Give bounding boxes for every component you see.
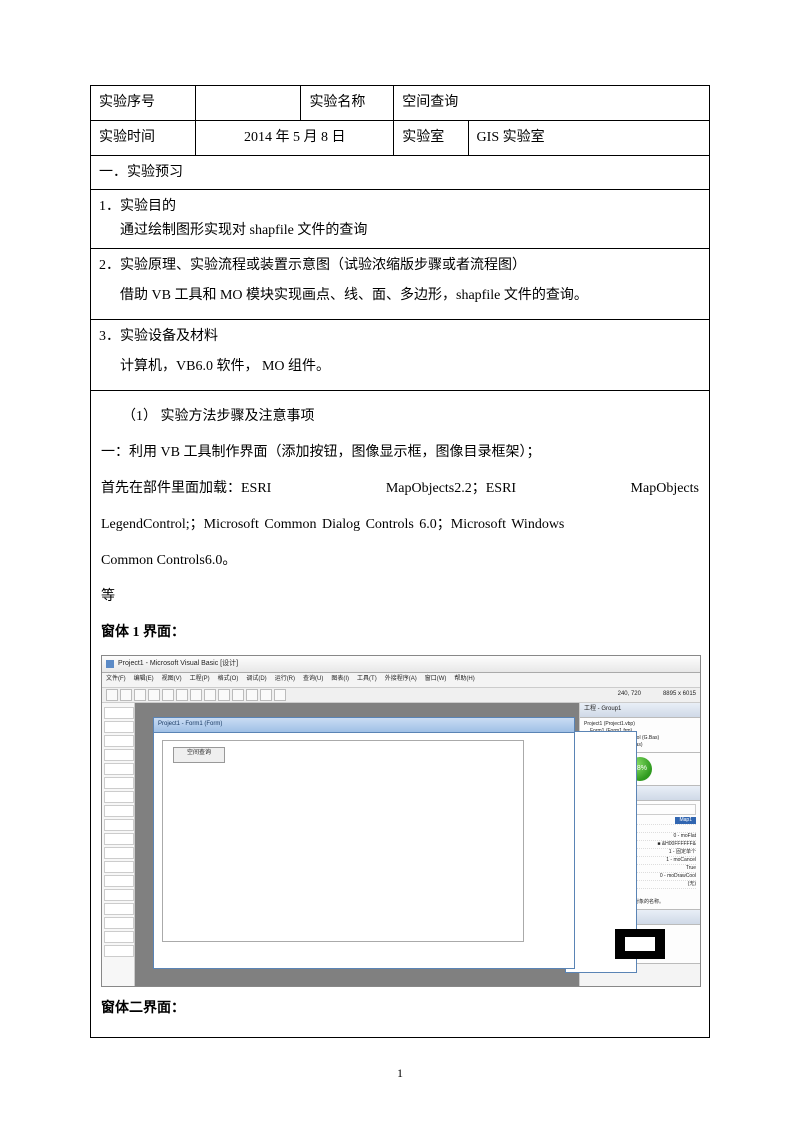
menu-file[interactable]: 文件(F) — [106, 674, 126, 686]
toolbar-btn[interactable] — [260, 689, 272, 701]
toolbar-btn[interactable] — [134, 689, 146, 701]
s1-4-title: （1） 实验方法步骤及注意事项 — [101, 403, 699, 431]
bl2a: 首先在部件里面加载：ESRI — [101, 475, 271, 503]
toolbox-item[interactable] — [104, 777, 134, 789]
section-1-1: 1．实验目的 通过绘制图形实现对 shapfile 文件的查询 — [91, 190, 710, 249]
toolbox-item[interactable] — [104, 847, 134, 859]
body-line-3: LegendControl;；Microsoft Common Dialog C… — [101, 507, 699, 543]
label-exp-time: 实验时间 — [91, 120, 196, 155]
toolbox-item[interactable] — [104, 791, 134, 803]
menu-run[interactable]: 运行(R) — [275, 674, 295, 686]
form2-title: 窗体二界面： — [101, 991, 699, 1027]
body-line-2: 首先在部件里面加载：ESRI MapObjects2.2；ESRI MapObj… — [101, 471, 699, 507]
toolbox-item[interactable] — [104, 763, 134, 775]
vb-ide-screenshot: Project1 - Microsoft Visual Basic [设计] 文… — [101, 655, 701, 987]
menu-chart[interactable]: 图表(I) — [331, 674, 349, 686]
section-1-3: 3．实验设备及材料 计算机，VB6.0 软件， MO 组件。 — [91, 319, 710, 390]
toolbar-btn[interactable] — [148, 689, 160, 701]
toolbox-item[interactable] — [104, 875, 134, 887]
bl2b: MapObjects2.2；ESRI — [386, 475, 516, 503]
menu-project[interactable]: 工程(P) — [190, 674, 210, 686]
toolbar-btn[interactable] — [274, 689, 286, 701]
ide-title: Project1 - Microsoft Visual Basic [设计] — [118, 658, 238, 670]
page-number: 1 — [90, 1066, 710, 1081]
menu-view[interactable]: 视图(V) — [162, 674, 182, 686]
body-line-4: Common Controls6.0。 — [101, 543, 699, 579]
s1-1-body: 通过绘制图形实现对 shapfile 文件的查询 — [99, 219, 701, 243]
project-item[interactable]: Project1 (Project1.vbp) — [584, 721, 696, 728]
spatial-query-button[interactable]: 空间查询 — [173, 747, 225, 763]
ide-toolbar[interactable]: 240, 720 8895 x 6015 — [102, 688, 700, 703]
ide-titlebar: Project1 - Microsoft Visual Basic [设计] — [102, 656, 700, 673]
s1-3-body: 计算机，VB6.0 软件， MO 组件。 — [99, 349, 701, 385]
bl2c: MapObjects — [631, 475, 699, 503]
toolbox-item[interactable] — [104, 945, 134, 957]
report-table: 实验序号 实验名称 空间查询 实验时间 2014 年 5 月 8 日 实验室 G… — [90, 85, 710, 1038]
form-designer-window[interactable]: Project1 - Form1 (Form) 空间查询 — [153, 717, 575, 969]
coords-1: 240, 720 — [618, 689, 641, 699]
ide-toolbox[interactable] — [102, 703, 135, 987]
toolbox-item[interactable] — [104, 889, 134, 901]
toolbar-btn[interactable] — [190, 689, 202, 701]
layout-thumbnail[interactable] — [615, 929, 665, 959]
menu-help[interactable]: 帮助(H) — [454, 674, 474, 686]
value-exp-time: 2014 年 5 月 8 日 — [196, 120, 394, 155]
toolbox-item[interactable] — [104, 833, 134, 845]
toolbar-btn[interactable] — [246, 689, 258, 701]
toolbar-btn[interactable] — [232, 689, 244, 701]
toolbar-btn[interactable] — [176, 689, 188, 701]
value-lab: GIS 实验室 — [468, 120, 709, 155]
toolbox-item[interactable] — [104, 903, 134, 915]
toolbox-item[interactable] — [104, 861, 134, 873]
body-line-1: 一：利用 VB 工具制作界面（添加按钮，图像显示框，图像目录框架）； — [101, 435, 699, 471]
ide-menubar[interactable]: 文件(F) 编辑(E) 视图(V) 工程(P) 格式(O) 调试(D) 运行(R… — [102, 673, 700, 688]
toolbar-btn[interactable] — [218, 689, 230, 701]
toolbar-btn[interactable] — [162, 689, 174, 701]
toolbox-item[interactable] — [104, 749, 134, 761]
toolbox-item[interactable] — [104, 819, 134, 831]
menu-format[interactable]: 格式(O) — [218, 674, 239, 686]
coords-2: 8895 x 6015 — [663, 689, 696, 699]
section-1-title: 一．实验预习 — [91, 155, 710, 190]
s1-1-title: 1．实验目的 — [99, 199, 176, 214]
section-1-2: 2．实验原理、实验流程或装置示意图（试验浓缩版步骤或者流程图） 借助 VB 工具… — [91, 248, 710, 319]
vb-app-icon — [106, 660, 114, 668]
toolbox-item[interactable] — [104, 917, 134, 929]
menu-tools[interactable]: 工具(T) — [357, 674, 377, 686]
s1-3-title: 3．实验设备及材料 — [99, 325, 701, 349]
label-exp-name: 实验名称 — [301, 86, 394, 121]
toolbar-btn[interactable] — [120, 689, 132, 701]
s1-2-body: 借助 VB 工具和 MO 模块实现画点、线、面、多边形，shapfile 文件的… — [99, 278, 701, 314]
menu-window[interactable]: 窗口(W) — [425, 674, 447, 686]
main-content-cell: （1） 实验方法步骤及注意事项 一：利用 VB 工具制作界面（添加按钮，图像显示… — [91, 390, 710, 1037]
toolbox-item[interactable] — [104, 721, 134, 733]
menu-query[interactable]: 查询(U) — [303, 674, 323, 686]
ide-canvas[interactable]: Project1 - Form1 (Form) 空间查询 — [135, 703, 579, 987]
toolbox-item[interactable] — [104, 735, 134, 747]
menu-addins[interactable]: 外接程序(A) — [385, 674, 417, 686]
header-row-1: 实验序号 实验名称 空间查询 — [91, 86, 710, 121]
menu-debug[interactable]: 调试(D) — [246, 674, 266, 686]
toolbar-btn[interactable] — [106, 689, 118, 701]
form-surface[interactable]: 空间查询 — [162, 740, 524, 942]
toolbox-item[interactable] — [104, 805, 134, 817]
toolbar-btn[interactable] — [204, 689, 216, 701]
form-caption: Project1 - Form1 (Form) — [154, 718, 574, 733]
form1-title: 窗体 1 界面： — [101, 615, 699, 651]
label-exp-no: 实验序号 — [91, 86, 196, 121]
project-panel-title: 工程 - Group1 — [580, 703, 700, 718]
toolbox-item[interactable] — [104, 931, 134, 943]
toolbox-item[interactable] — [104, 707, 134, 719]
menu-edit[interactable]: 编辑(E) — [134, 674, 154, 686]
value-exp-no — [196, 86, 301, 121]
s1-2-title: 2．实验原理、实验流程或装置示意图（试验浓缩版步骤或者流程图） — [99, 254, 701, 278]
body-line-5: 等 — [101, 579, 699, 615]
label-lab: 实验室 — [394, 120, 468, 155]
header-row-2: 实验时间 2014 年 5 月 8 日 实验室 GIS 实验室 — [91, 120, 710, 155]
value-exp-name: 空间查询 — [394, 86, 710, 121]
